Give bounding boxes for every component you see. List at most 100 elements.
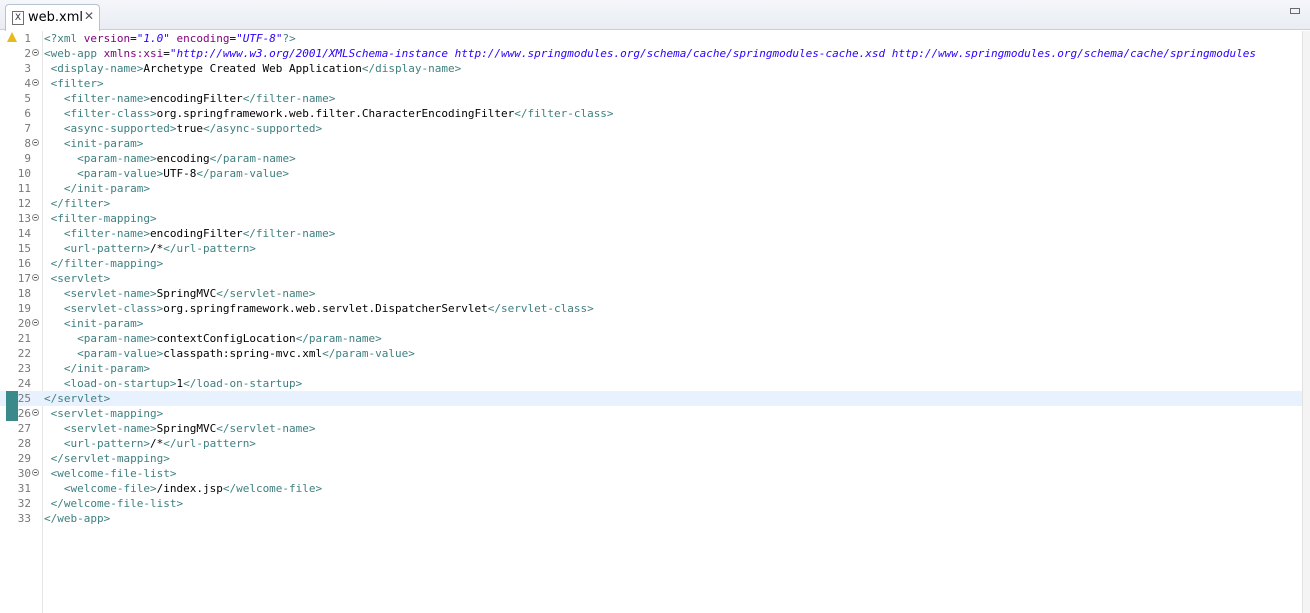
code-line[interactable]: 1 <?xml version="1.0" encoding="UTF-8"?> — [0, 31, 1303, 46]
code-line[interactable]: 2 <web-app xmlns:xsi="http://www.w3.org/2… — [0, 46, 1303, 61]
code-text: <display-name>Archetype Created Web Appl… — [44, 61, 462, 76]
fold-toggle-icon[interactable] — [32, 139, 39, 146]
code-lines[interactable]: 1 <?xml version="1.0" encoding="UTF-8"?> 2… — [0, 31, 1303, 526]
code-line[interactable]: 26 <servlet-mapping> — [0, 406, 1303, 421]
code-line[interactable]: 12 </filter> — [0, 196, 1303, 211]
code-line[interactable]: 8 <init-param> — [0, 136, 1303, 151]
xml-tag-token: </servlet-name> — [216, 287, 316, 300]
code-text: <filter-mapping> — [44, 211, 157, 226]
code-line[interactable]: 19 <servlet-class>org.springframework.we… — [0, 301, 1303, 316]
xml-tag-token: </param-name> — [209, 152, 296, 165]
code-text: </servlet> — [44, 391, 110, 406]
xml-file-icon: X — [12, 11, 24, 25]
xml-tag-token: <url-pattern> — [63, 437, 150, 450]
code-line[interactable]: 22 <param-value>classpath:spring-mvc.xml… — [0, 346, 1303, 361]
code-line[interactable]: 31 <welcome-file>/index.jsp</welcome-fil… — [0, 481, 1303, 496]
line-number: 16 — [17, 257, 31, 270]
xml-tag-token: </filter-class> — [514, 107, 614, 120]
fold-toggle-icon[interactable] — [32, 49, 39, 56]
code-line[interactable]: 17 <servlet> — [0, 271, 1303, 286]
xml-tag-token: <servlet-name> — [63, 287, 157, 300]
text-token: contextConfigLocation — [156, 332, 296, 345]
code-line[interactable]: 21 <param-name>contextConfigLocation</pa… — [0, 331, 1303, 346]
code-line[interactable]: 16 </filter-mapping> — [0, 256, 1303, 271]
xml-tag-token: </init-param> — [63, 182, 150, 195]
line-number: 19 — [17, 302, 31, 315]
code-line[interactable]: 14 <filter-name>encodingFilter</filter-n… — [0, 226, 1303, 241]
code-line[interactable]: 29 </servlet-mapping> — [0, 451, 1303, 466]
close-icon[interactable]: ✕ — [84, 9, 94, 23]
xml-attr-token: xmlns:xsi — [103, 47, 164, 60]
code-line[interactable]: 15 <url-pattern>/*</url-pattern> — [0, 241, 1303, 256]
fold-toggle-icon[interactable] — [32, 214, 39, 221]
line-number: 26 — [17, 407, 31, 420]
text-token: encoding — [156, 152, 210, 165]
fold-toggle-icon[interactable] — [32, 274, 39, 281]
code-line[interactable]: 4 <filter> — [0, 76, 1303, 91]
code-line[interactable]: 5 <filter-name>encodingFilter</filter-na… — [0, 91, 1303, 106]
code-line[interactable]: 10 <param-value>UTF-8</param-value> — [0, 166, 1303, 181]
code-line[interactable]: 11 </init-param> — [0, 181, 1303, 196]
code-line[interactable]: 9 <param-name>encoding</param-name> — [0, 151, 1303, 166]
code-line[interactable]: 7 <async-supported>true</async-supported… — [0, 121, 1303, 136]
fold-toggle-icon[interactable] — [32, 409, 39, 416]
code-text: <servlet-name>SpringMVC</servlet-name> — [44, 421, 316, 436]
code-line[interactable]: 6 <filter-class>org.springframework.web.… — [0, 106, 1303, 121]
code-text: <async-supported>true</async-supported> — [44, 121, 322, 136]
code-line[interactable]: 30 <welcome-file-list> — [0, 466, 1303, 481]
fold-toggle-icon[interactable] — [32, 79, 39, 86]
fold-toggle-icon[interactable] — [32, 319, 39, 326]
code-line[interactable]: 32 </welcome-file-list> — [0, 496, 1303, 511]
minimize-icon[interactable] — [1290, 8, 1300, 14]
code-line[interactable]: 18 <servlet-name>SpringMVC</servlet-name… — [0, 286, 1303, 301]
text-token: /index.jsp — [156, 482, 223, 495]
line-number: 1 — [24, 32, 31, 45]
xml-tag-token: <async-supported> — [63, 122, 177, 135]
line-number: 28 — [17, 437, 31, 450]
vertical-scrollbar[interactable] — [1302, 31, 1310, 613]
code-text: <web-app xmlns:xsi="http://www.w3.org/20… — [44, 46, 1256, 61]
xml-tag-token: <servlet-class> — [63, 302, 164, 315]
xml-tag-token: <param-name> — [77, 152, 157, 165]
code-line[interactable]: 24 <load-on-startup>1</load-on-startup> — [0, 376, 1303, 391]
code-line[interactable]: 33 </web-app> — [0, 511, 1303, 526]
code-text: <welcome-file>/index.jsp</welcome-file> — [44, 481, 322, 496]
code-line[interactable]: 23 </init-param> — [0, 361, 1303, 376]
code-text: </filter> — [44, 196, 111, 211]
fold-toggle-icon[interactable] — [32, 469, 39, 476]
code-editor[interactable]: 1 <?xml version="1.0" encoding="UTF-8"?> 2… — [0, 31, 1303, 613]
xml-tag-token: ?> — [282, 32, 296, 45]
text-token: encodingFilter — [149, 227, 243, 240]
code-text: <load-on-startup>1</load-on-startup> — [44, 376, 302, 391]
code-line[interactable]: 3 <display-name>Archetype Created Web Ap… — [0, 61, 1303, 76]
xml-tag-token: <init-param> — [63, 137, 144, 150]
tab-web-xml[interactable]: X web.xml ✕ — [5, 4, 100, 31]
xml-tag-token: </filter-mapping> — [50, 257, 164, 270]
code-text: </filter-mapping> — [44, 256, 164, 271]
line-number: 22 — [17, 347, 31, 360]
code-line[interactable]: 28 <url-pattern>/*</url-pattern> — [0, 436, 1303, 451]
xml-tag-token: </filter-name> — [242, 92, 336, 105]
text-token: org.springframework.web.servlet.Dispatch… — [163, 302, 488, 315]
code-line[interactable]: 27 <servlet-name>SpringMVC</servlet-name… — [0, 421, 1303, 436]
xml-tag-token: </display-name> — [361, 62, 462, 75]
xml-value-token: "http://www.w3.org/2001/XMLSchema-instan… — [169, 47, 1256, 60]
code-line[interactable]: 25 </servlet> — [0, 391, 1303, 406]
xml-tag-token: </filter-name> — [242, 227, 336, 240]
code-line[interactable]: 20 <init-param> — [0, 316, 1303, 331]
code-line[interactable]: 13 <filter-mapping> — [0, 211, 1303, 226]
